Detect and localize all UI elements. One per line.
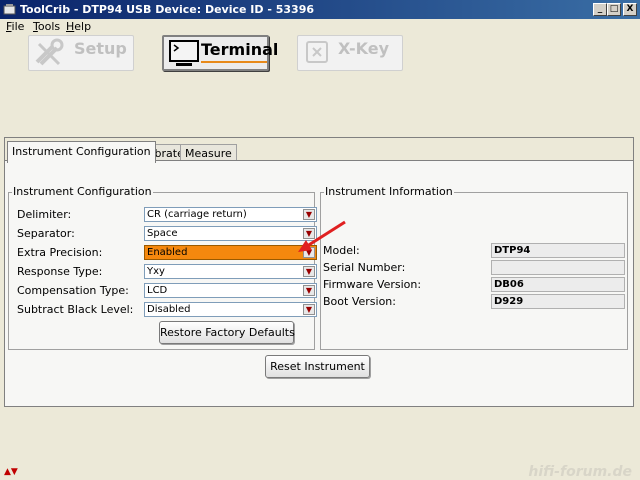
setup-label: Setup — [74, 39, 127, 58]
xkey-label: X-Key — [338, 39, 390, 58]
restore-factory-defaults-button[interactable]: Restore Factory Defaults — [159, 321, 295, 344]
main-panel: Instrument Configuration Calibrate Measu… — [4, 137, 634, 407]
compensation-type-select[interactable]: LCD ▼ — [144, 283, 317, 298]
status-bar: ▲▼ hifi-forum.de — [0, 464, 640, 480]
model-value: DTP94 — [491, 243, 625, 258]
extra-precision-label: Extra Precision: — [17, 246, 103, 259]
subtract-black-level-value: Disabled — [147, 304, 191, 315]
instrument-configuration-legend: Instrument Configuration — [12, 185, 153, 198]
annotation-arrow-icon — [298, 220, 346, 252]
terminal-underline — [201, 61, 267, 63]
close-button[interactable]: X — [623, 3, 637, 16]
serial-number-value — [491, 260, 625, 275]
chevron-down-icon[interactable]: ▼ — [303, 266, 315, 277]
separator-label: Separator: — [17, 227, 75, 240]
firmware-version-value: DB06 — [491, 277, 625, 292]
up-down-arrow-icon: ▲▼ — [4, 467, 18, 477]
app-logo-icon — [3, 4, 16, 15]
maximize-button[interactable]: □ — [607, 3, 621, 16]
xkey-mode-button[interactable]: X-Key — [297, 35, 403, 71]
tab-instrument-configuration[interactable]: Instrument Configuration — [7, 141, 156, 163]
reset-instrument-button[interactable]: Reset Instrument — [265, 355, 370, 378]
response-type-value: Yxy — [147, 266, 165, 277]
serial-number-label: Serial Number: — [323, 261, 406, 274]
menu-help[interactable]: Help — [66, 20, 91, 33]
terminal-label: Terminal — [201, 40, 279, 59]
monitor-icon — [169, 40, 199, 66]
compensation-type-value: LCD — [147, 285, 168, 296]
instrument-information-legend: Instrument Information — [324, 185, 454, 198]
title-bar: ToolCrib - DTP94 USB Device: Device ID -… — [0, 0, 640, 19]
menu-file[interactable]: File — [6, 20, 24, 33]
chevron-down-icon[interactable]: ▼ — [303, 304, 315, 315]
chevron-down-icon[interactable]: ▼ — [303, 285, 315, 296]
watermark: hifi-forum.de — [528, 464, 632, 480]
instrument-information-group: Instrument Information Model: DTP94 Seri… — [320, 185, 628, 350]
terminal-mode-button[interactable]: Terminal — [162, 35, 278, 71]
compensation-type-label: Compensation Type: — [17, 284, 129, 297]
subtract-black-level-label: Subtract Black Level: — [17, 303, 134, 316]
response-type-select[interactable]: Yxy ▼ — [144, 264, 317, 279]
delimiter-label: Delimiter: — [17, 208, 72, 221]
response-type-label: Response Type: — [17, 265, 103, 278]
key-icon — [306, 41, 328, 63]
boot-version-label: Boot Version: — [323, 295, 396, 308]
delimiter-value: CR (carriage return) — [147, 209, 247, 220]
boot-version-value: D929 — [491, 294, 625, 309]
instrument-configuration-group: Instrument Configuration Delimiter: CR (… — [8, 185, 317, 350]
firmware-version-label: Firmware Version: — [323, 278, 422, 291]
tab-content: Instrument Configuration Delimiter: CR (… — [5, 160, 633, 406]
extra-precision-value: Enabled — [147, 247, 188, 258]
setup-mode-button[interactable]: Setup — [28, 35, 134, 71]
tools-icon — [35, 38, 64, 66]
separator-value: Space — [147, 228, 178, 239]
subtract-black-level-select[interactable]: Disabled ▼ — [144, 302, 317, 317]
minimize-button[interactable]: _ — [593, 3, 607, 16]
menu-bar: File Tools Help — [0, 19, 640, 33]
window-title: ToolCrib - DTP94 USB Device: Device ID -… — [20, 3, 314, 16]
menu-tools[interactable]: Tools — [33, 20, 60, 33]
